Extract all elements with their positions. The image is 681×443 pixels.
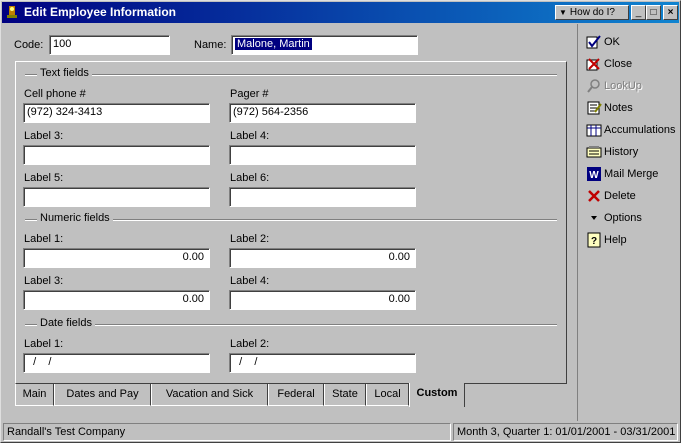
mail-merge-button[interactable]: W Mail Merge [586, 165, 658, 185]
numeric-fields-group: Numeric fields [25, 212, 557, 224]
maximize-icon: □ [650, 7, 657, 18]
how-do-i-button[interactable]: ▼ How do I? [555, 5, 629, 20]
code-label: Code: [14, 39, 44, 51]
date-fields-title: Date fields [37, 317, 95, 329]
date-field-1[interactable]: / / [23, 353, 210, 373]
tab-local[interactable]: Local [366, 384, 409, 406]
name-field[interactable]: Malone, Martin [231, 35, 418, 55]
tab-label: Vacation and Sick [165, 388, 254, 400]
window-title: Edit Employee Information [24, 5, 177, 19]
svg-text:?: ? [591, 236, 597, 247]
help-label: Help [604, 234, 627, 246]
accumulations-icon [586, 124, 602, 137]
numeric-field-2[interactable]: 0.00 [229, 248, 416, 268]
text-field-label-1: Cell phone # [24, 88, 86, 100]
delete-x-icon [588, 190, 600, 202]
notes-button[interactable]: Notes [586, 99, 633, 119]
tab-vacation-and-sick[interactable]: Vacation and Sick [151, 384, 268, 406]
tab-label: Local [374, 388, 401, 400]
help-button[interactable]: ? Help [586, 231, 627, 251]
tab-custom[interactable]: Custom [409, 383, 465, 407]
how-do-i-label: How do I? [569, 7, 615, 18]
text-field-label-5: Label 5: [24, 172, 64, 184]
text-field-5[interactable] [23, 187, 210, 207]
close-label: Close [604, 58, 633, 70]
maximize-button[interactable]: □ [646, 5, 661, 20]
help-icon: ? [587, 232, 601, 248]
ok-button[interactable]: OK [586, 33, 620, 53]
date-field-label-1: Label 1: [24, 338, 64, 350]
lookup-magnifier-icon [587, 79, 600, 93]
history-icon [586, 146, 602, 158]
text-field-label-3: Label 3: [24, 130, 64, 142]
text-field-4[interactable] [229, 145, 416, 165]
status-period: Month 3, Quarter 1: 01/01/2001 - 03/31/2… [453, 423, 678, 441]
ok-check-icon [586, 35, 601, 49]
text-field-3[interactable] [23, 145, 210, 165]
tab-label: Federal [277, 388, 315, 400]
numeric-field-4[interactable]: 0.00 [229, 290, 416, 310]
tab-label: Custom [416, 387, 458, 399]
edit-employee-window: Edit Employee Information ▼ How do I? _ □… [0, 0, 681, 443]
notes-label: Notes [604, 102, 633, 114]
numeric-fields-title: Numeric fields [37, 212, 113, 224]
cell-phone-field[interactable]: (972) 324-3413 [23, 103, 210, 123]
text-fields-group: Text fields [25, 67, 557, 79]
options-label: Options [604, 212, 642, 224]
tab-label: Dates and Pay [66, 388, 139, 400]
tab-state[interactable]: State [324, 384, 366, 406]
numeric-field-label-3: Label 3: [24, 275, 64, 287]
history-label: History [604, 146, 639, 158]
text-field-6[interactable] [229, 187, 416, 207]
tab-federal[interactable]: Federal [268, 384, 324, 406]
dropdown-arrow-icon: ▼ [559, 8, 567, 17]
delete-button[interactable]: Delete [586, 187, 636, 207]
options-button[interactable]: Options [586, 209, 642, 229]
minimize-icon: _ [635, 7, 642, 18]
name-value: Malone, Martin [235, 38, 312, 50]
ok-label: OK [604, 36, 620, 48]
action-sidebar: OK Close LookUp Notes Accumulations Hist… [577, 24, 679, 421]
numeric-field-3[interactable]: 0.00 [23, 290, 210, 310]
numeric-field-label-2: Label 2: [230, 233, 270, 245]
svg-text:W: W [589, 170, 599, 181]
date-field-2[interactable]: / / [229, 353, 416, 373]
numeric-field-label-1: Label 1: [24, 233, 64, 245]
word-icon: W [587, 167, 601, 182]
date-field-label-2: Label 2: [230, 338, 270, 350]
text-field-label-4: Label 4: [230, 130, 270, 142]
lookup-label: LookUp [604, 80, 642, 92]
close-window-button[interactable]: × [663, 5, 678, 20]
date-fields-group: Date fields [25, 317, 557, 329]
tab-dates-and-pay[interactable]: Dates and Pay [54, 384, 151, 406]
status-company: Randall's Test Company [3, 423, 451, 441]
numeric-field-1[interactable]: 0.00 [23, 248, 210, 268]
history-button[interactable]: History [586, 143, 638, 163]
minimize-button[interactable]: _ [631, 5, 646, 20]
accumulations-button[interactable]: Accumulations [586, 121, 676, 141]
tab-label: State [332, 388, 358, 400]
delete-label: Delete [604, 190, 636, 202]
notes-icon [587, 101, 602, 115]
tab-main[interactable]: Main [15, 384, 54, 406]
close-icon: × [667, 7, 674, 18]
code-field[interactable]: 100 [49, 35, 170, 55]
accumulations-label: Accumulations [604, 124, 676, 136]
close-button[interactable]: Close [586, 55, 632, 75]
text-fields-title: Text fields [37, 67, 92, 79]
pager-field[interactable]: (972) 564-2356 [229, 103, 416, 123]
mail-merge-label: Mail Merge [604, 168, 659, 180]
app-icon [7, 6, 17, 18]
text-field-label-6: Label 6: [230, 172, 270, 184]
dropdown-arrow-icon [591, 216, 597, 221]
lookup-button[interactable]: LookUp [586, 77, 642, 97]
text-field-label-2: Pager # [230, 88, 269, 100]
tab-label: Main [22, 388, 47, 400]
numeric-field-label-4: Label 4: [230, 275, 270, 287]
name-label: Name: [194, 39, 227, 51]
title-bar[interactable]: Edit Employee Information ▼ How do I? _ □… [2, 2, 679, 23]
status-bar: Randall's Test Company Month 3, Quarter … [2, 422, 680, 442]
close-x-icon [586, 58, 600, 71]
